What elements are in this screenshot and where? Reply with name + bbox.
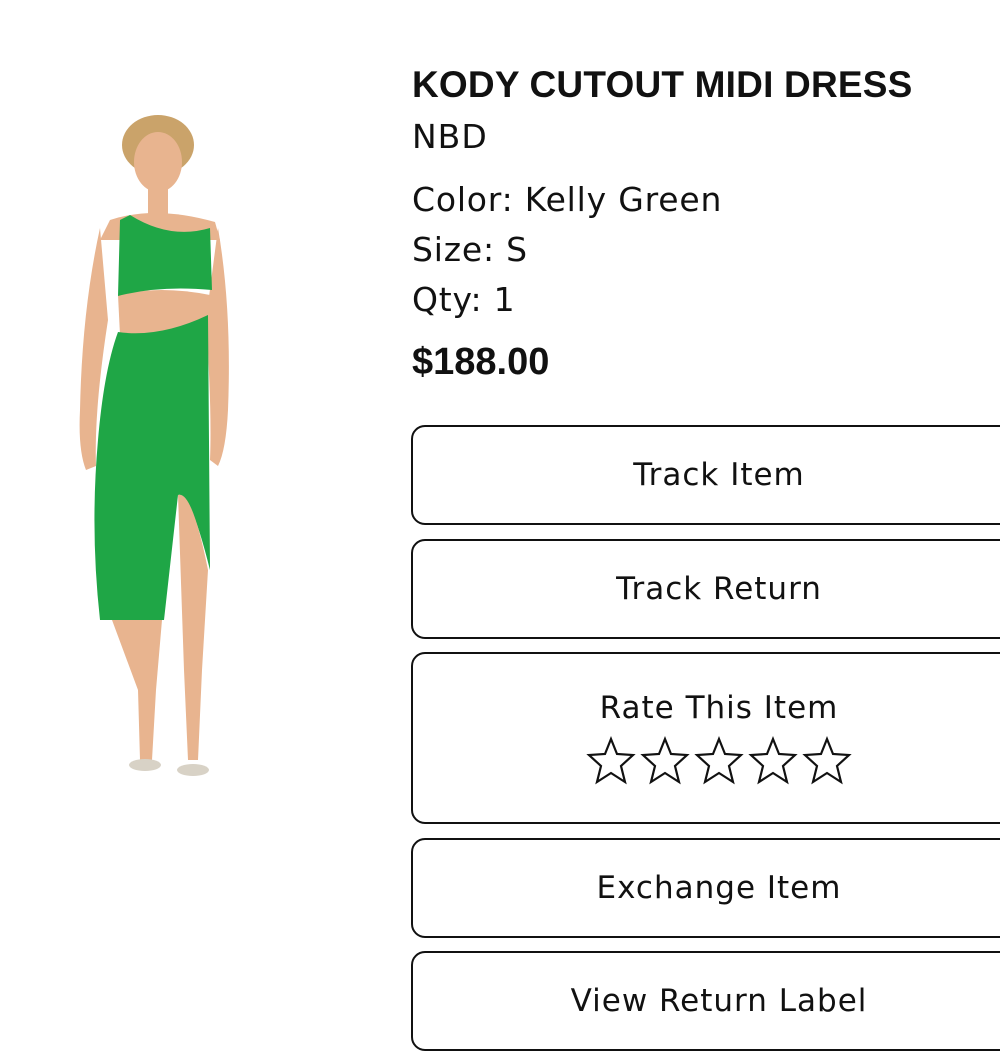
size-line: Size: S [412,230,528,269]
star-outline-icon[interactable] [694,736,744,786]
rating-stars [586,736,852,786]
product-image [60,110,250,790]
color-line: Color: Kelly Green [412,180,723,219]
track-return-label: Track Return [616,571,822,607]
exchange-item-button[interactable]: Exchange Item [411,838,1000,938]
brand-name: NBD [412,117,488,156]
exchange-item-label: Exchange Item [596,870,842,906]
star-outline-icon[interactable] [586,736,636,786]
star-outline-icon[interactable] [802,736,852,786]
view-return-label-label: View Return Label [570,983,868,1019]
star-outline-icon[interactable] [748,736,798,786]
view-return-label-button[interactable]: View Return Label [411,951,1000,1051]
track-item-label: Track Item [633,457,805,493]
product-price: $188.00 [412,341,550,383]
qty-line: Qty: 1 [412,280,516,319]
track-item-button[interactable]: Track Item [411,425,1000,525]
rate-item-label: Rate This Item [599,690,839,726]
track-return-button[interactable]: Track Return [411,539,1000,639]
product-photo [79,115,229,776]
rate-item-panel: Rate This Item [411,652,1000,824]
product-title: KODY CUTOUT MIDI DRESS [412,64,913,105]
star-outline-icon[interactable] [640,736,690,786]
